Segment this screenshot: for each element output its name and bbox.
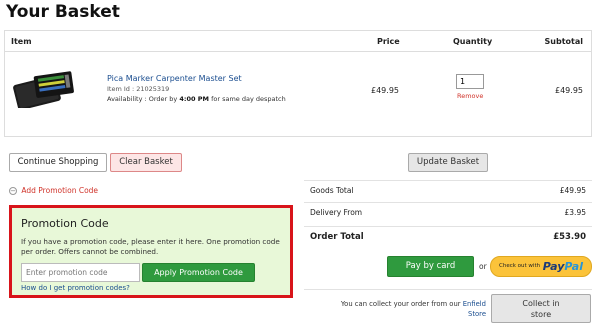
quantity-input[interactable] xyxy=(456,74,484,89)
order-total-value: £53.90 xyxy=(553,232,586,242)
collapse-icon: − xyxy=(9,187,17,195)
remove-link[interactable]: Remove xyxy=(457,92,483,100)
table-row: Pica Marker Carpenter Master Set Item Id… xyxy=(5,52,591,138)
promotion-code-input[interactable] xyxy=(21,263,140,282)
goods-total-row: Goods Total £49.95 xyxy=(304,180,592,201)
promotion-help-link[interactable]: How do I get promotion codes? xyxy=(21,284,130,292)
availability-text: Availability : Order by 4:00 PM for same… xyxy=(107,95,286,103)
add-promotion-code-label: Add Promotion Code xyxy=(21,186,99,195)
item-price: £49.95 xyxy=(371,86,399,95)
collect-divider xyxy=(304,289,592,290)
add-promotion-code-link[interactable]: − Add Promotion Code xyxy=(9,186,98,195)
paypal-checkout-label: Check out with xyxy=(499,263,541,269)
delivery-row: Delivery From £3.95 xyxy=(304,202,592,223)
table-header: Item Price Quantity Subtotal xyxy=(5,31,591,52)
clear-basket-button[interactable]: Clear Basket xyxy=(110,153,182,172)
product-image[interactable] xyxy=(11,68,77,108)
or-separator: or xyxy=(479,262,487,271)
apply-promotion-button[interactable]: Apply Promotion Code xyxy=(142,263,255,282)
delivery-label: Delivery From xyxy=(310,208,363,217)
enfield-store-link[interactable]: Enfield Store xyxy=(463,300,486,318)
availability-prefix: Availability : Order by xyxy=(107,95,180,103)
header-quantity: Quantity xyxy=(453,37,493,46)
collect-button-line1: Collect in xyxy=(522,299,560,308)
collect-in-store-button[interactable]: Collect in store xyxy=(491,294,591,323)
header-subtotal: Subtotal xyxy=(544,37,583,46)
update-basket-button[interactable]: Update Basket xyxy=(408,153,488,172)
paypal-logo-part1: Pay xyxy=(542,260,565,273)
pay-by-card-button[interactable]: Pay by card xyxy=(387,256,474,277)
header-item: Item xyxy=(11,37,32,46)
product-id: Item Id : 21025319 xyxy=(107,85,170,93)
product-name-link[interactable]: Pica Marker Carpenter Master Set xyxy=(107,74,242,83)
collect-info: You can collect your order from our Enfi… xyxy=(322,299,486,319)
goods-total-label: Goods Total xyxy=(310,186,354,195)
delivery-value: £3.95 xyxy=(564,208,586,217)
promotion-code-panel: Promotion Code If you have a promotion c… xyxy=(9,205,293,298)
availability-suffix: for same day despatch xyxy=(209,95,286,103)
goods-total-value: £49.95 xyxy=(559,186,586,195)
promotion-title: Promotion Code xyxy=(21,217,109,230)
page-title: Your Basket xyxy=(6,2,120,22)
paypal-checkout-button[interactable]: Check out with PayPal xyxy=(490,256,592,277)
availability-time: 4:00 PM xyxy=(179,95,210,103)
promotion-description: If you have a promotion code, please ent… xyxy=(21,237,280,256)
basket-table: Item Price Quantity Subtotal Pica Marker… xyxy=(4,30,592,137)
continue-shopping-button[interactable]: Continue Shopping xyxy=(9,153,107,172)
collect-button-line2: store xyxy=(530,310,552,319)
order-total-label: Order Total xyxy=(310,232,364,242)
order-total-row: Order Total £53.90 xyxy=(304,226,592,247)
paypal-logo-part2: Pal xyxy=(564,260,583,273)
item-subtotal: £49.95 xyxy=(555,86,583,95)
header-price: Price xyxy=(377,37,400,46)
collect-text: You can collect your order from our xyxy=(340,300,463,308)
